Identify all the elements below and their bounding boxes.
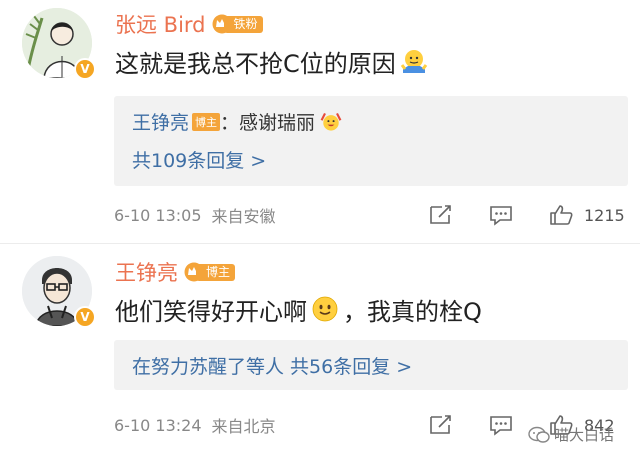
like-count: 1215 bbox=[584, 205, 625, 225]
reply-content: ：感谢瑞丽 bbox=[220, 112, 316, 134]
author-tag: 博主 bbox=[192, 112, 221, 131]
comment-icon[interactable] bbox=[488, 204, 514, 226]
divider bbox=[0, 243, 640, 244]
comment-body-start: 他们笑得好开心啊 bbox=[115, 297, 307, 326]
cheer-emoji-icon bbox=[320, 112, 342, 131]
reply-item: 王铮亮 博主 ：感谢瑞丽 bbox=[132, 108, 347, 135]
more-replies-label[interactable]: 共109条回复 > bbox=[132, 146, 266, 173]
reply-preview[interactable]: 王铮亮 博主 ：感谢瑞丽 共109条回复 > bbox=[114, 96, 628, 186]
forward-icon[interactable] bbox=[428, 204, 454, 226]
timestamp: 6-10 13:05 bbox=[114, 205, 202, 225]
action-bar: 1215 bbox=[428, 202, 625, 228]
comment-text: 他们笑得好开心啊 ，我真的栓Q bbox=[115, 292, 482, 326]
source: 来自北京 bbox=[211, 417, 276, 436]
watermark: 喵大白话 bbox=[528, 424, 614, 445]
username[interactable]: 王铮亮 bbox=[115, 257, 178, 287]
reply-preview[interactable]: 在努力苏醒了等人 共56条回复 > bbox=[114, 340, 628, 390]
comment-meta: 6-10 13:05 来自安徽 1215 bbox=[114, 202, 628, 228]
watermark-text: 喵大白话 bbox=[554, 426, 615, 444]
like-icon[interactable] bbox=[548, 204, 574, 226]
forward-icon[interactable] bbox=[428, 414, 454, 436]
comment-body: 这就是我总不抢C位的原因 bbox=[115, 49, 396, 78]
username[interactable]: 张远 Bird bbox=[115, 9, 206, 39]
comment-header: 王铮亮 博主 bbox=[115, 257, 236, 287]
reply-summary[interactable]: 在努力苏醒了等人 共56条回复 > bbox=[132, 352, 412, 379]
comment-icon[interactable] bbox=[488, 414, 514, 436]
more-replies-link[interactable]: 在努力苏醒了等人 共56条回复 > bbox=[132, 352, 412, 379]
smile-emoji-icon bbox=[312, 296, 338, 322]
reply-author[interactable]: 王铮亮 bbox=[132, 108, 189, 135]
badge-label: 铁粉 bbox=[223, 15, 263, 33]
fan-badge: 铁粉 bbox=[212, 14, 263, 34]
comment-body-end: ，我真的栓Q bbox=[343, 297, 482, 326]
wechat-icon bbox=[528, 426, 550, 443]
verified-v-icon: V bbox=[74, 58, 96, 80]
source: 来自安徽 bbox=[211, 207, 276, 226]
comment-header: 张远 Bird 铁粉 bbox=[115, 10, 263, 38]
comment-text: 这就是我总不抢C位的原因 bbox=[115, 44, 432, 78]
verified-v-icon: V bbox=[74, 306, 96, 328]
more-replies-link[interactable]: 共109条回复 > bbox=[132, 146, 266, 173]
timestamp: 6-10 13:24 bbox=[114, 415, 202, 435]
author-badge: 博主 bbox=[184, 262, 236, 282]
shrug-emoji-icon bbox=[400, 50, 427, 73]
badge-label: 博主 bbox=[196, 263, 236, 281]
comment-item: V 张远 Bird 铁粉 这就是我总不抢C位的原因 王铮亮 博主 ：感谢瑞丽 共… bbox=[0, 0, 640, 240]
